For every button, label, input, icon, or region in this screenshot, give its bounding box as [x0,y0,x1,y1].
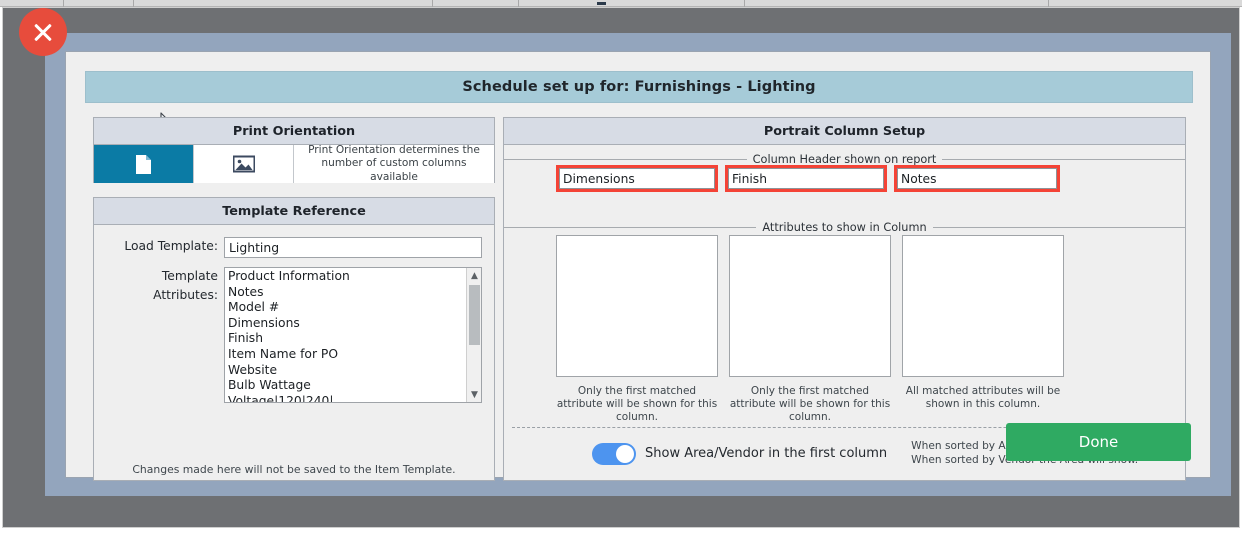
column-2-attributes-listbox[interactable] [729,235,891,377]
divider [932,227,1186,228]
attribute-listboxes [504,235,1185,377]
load-template-label: Load Template: [124,239,218,253]
modal-titlebar: Schedule set up for: Furnishings - Light… [85,71,1193,103]
caret-down-icon[interactable]: ▼ [467,387,481,402]
orientation-options: Print Orientation determines the number … [94,144,494,183]
template-attributes-list: Product Information Notes Model # Dimens… [225,268,481,402]
screenshot-root: Schedule set up for: Furnishings - Light… [0,0,1242,534]
divider [504,159,747,160]
close-button[interactable] [19,8,67,56]
load-template-row: Load Template: [106,237,482,258]
modal-body: Schedule set up for: Furnishings - Light… [65,51,1211,481]
list-item[interactable]: Item Name for PO [228,347,481,363]
list-item[interactable]: Voltage|120|240| [228,394,481,402]
list-item[interactable]: Notes [228,285,481,301]
column-1-header-highlight [556,165,718,192]
show-area-vendor-toggle[interactable] [592,442,636,465]
column-3-attributes-listbox[interactable] [902,235,1064,377]
print-orientation-header: Print Orientation [94,118,494,145]
divider [942,159,1186,160]
print-orientation-panel: Print Orientation Print Orientation dete… [93,117,495,183]
column-2-caption: Only the first matched attribute will be… [729,385,891,424]
template-attributes-listbox[interactable]: Product Information Notes Model # Dimens… [224,267,482,403]
portrait-orientation-button[interactable] [94,145,194,183]
show-area-vendor-label: Show Area/Vendor in the first column [645,446,888,462]
app-chrome-strip [0,0,1242,7]
attributes-legend-row: Attributes to show in Column [504,221,1186,234]
column-1-header-input[interactable] [559,168,715,189]
column-3-header-highlight [894,165,1060,192]
landscape-orientation-button[interactable] [194,145,294,183]
template-reference-body: Load Template: Template Attributes: Prod… [94,225,494,480]
modal-frame: Schedule set up for: Furnishings - Light… [45,33,1231,496]
list-item[interactable]: Finish [228,331,481,347]
template-reference-panel: Template Reference Load Template: Templa… [93,197,495,481]
attributes-legend: Attributes to show in Column [762,221,927,234]
template-reference-header: Template Reference [94,198,494,225]
template-attributes-label: Template Attributes: [153,269,218,302]
column-2-header-highlight [725,165,887,192]
list-item[interactable]: Product Information [228,269,481,285]
list-item[interactable]: Bulb Wattage [228,378,481,394]
close-icon [32,21,54,43]
column-1-caption: Only the first matched attribute will be… [556,385,718,424]
column-2-header-input[interactable] [728,168,884,189]
template-reference-title: Template Reference [222,203,366,219]
column-header-inputs [504,165,1185,192]
caret-up-icon[interactable]: ▲ [467,268,481,283]
template-reference-footer-note: Changes made here will not be saved to t… [132,463,456,476]
listbox-scrollbar[interactable]: ▲ ▼ [466,268,481,402]
portrait-column-setup-title: Portrait Column Setup [763,123,926,139]
page-title: Schedule set up for: Furnishings - Light… [462,79,816,95]
document-portrait-icon [136,154,151,174]
image-landscape-icon [232,155,255,173]
portrait-column-setup-header: Portrait Column Setup [504,118,1185,145]
divider [504,227,757,228]
done-button[interactable]: Done [1006,423,1191,461]
list-item[interactable]: Dimensions [228,316,481,332]
toggle-knob [616,444,634,463]
list-item[interactable]: Model # [228,300,481,316]
print-orientation-note: Print Orientation determines the number … [294,144,494,183]
scrollbar-thumb[interactable] [469,285,480,345]
attribute-captions: Only the first matched attribute will be… [504,385,1185,424]
print-orientation-title: Print Orientation [232,123,356,139]
list-item[interactable]: Website [228,363,481,379]
load-template-input[interactable] [224,237,482,258]
column-1-attributes-listbox[interactable] [556,235,718,377]
column-3-header-input[interactable] [897,168,1057,189]
column-3-caption: All matched attributes will be shown in … [905,385,1061,411]
template-attributes-row: Template Attributes: Product Information… [106,267,482,403]
